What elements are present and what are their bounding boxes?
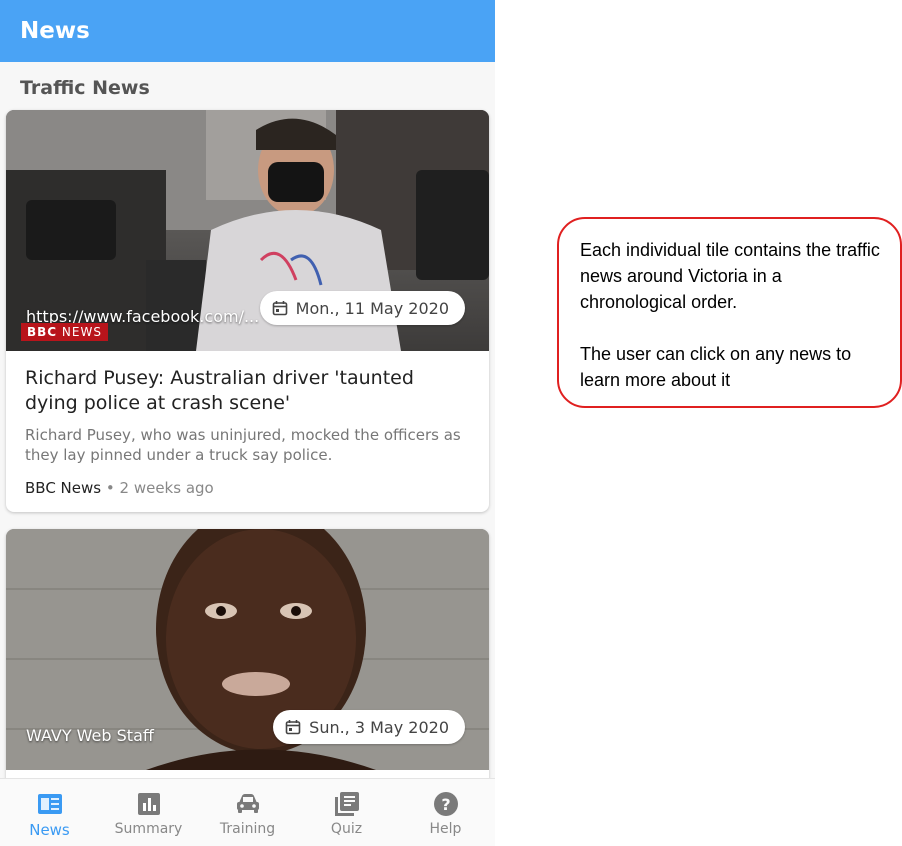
article-description: Richard Pusey, who was uninjured, mocked… <box>25 426 461 464</box>
article-age: 2 weeks ago <box>119 479 214 497</box>
bar-chart-icon <box>137 793 160 815</box>
article-meta: BBC News • 2 weeks ago <box>25 479 214 497</box>
nav-item-summary[interactable]: Summary <box>99 779 198 846</box>
annotation-paragraph: The user can click on any news to learn … <box>580 344 852 390</box>
bottom-navigation: News Summary Training Quiz ? Help <box>0 778 495 846</box>
svg-text:?: ? <box>441 795 450 814</box>
date-chip: Sun., 3 May 2020 <box>273 710 465 744</box>
annotation-callout: Each individual tile contains the traffi… <box>557 217 902 408</box>
publisher-name: BBC News <box>25 479 102 497</box>
nav-label: News <box>29 821 70 839</box>
app-bar: News <box>0 0 495 62</box>
quiz-library-icon <box>334 792 359 816</box>
annotation-paragraph: Each individual tile contains the traffi… <box>580 240 880 312</box>
article-title: Richard Pusey: Australian driver 'taunte… <box>25 367 414 414</box>
car-icon <box>236 794 259 813</box>
nav-label: Help <box>429 821 462 837</box>
article-source-label: WAVY Web Staff <box>26 726 154 745</box>
nav-label: Training <box>219 821 276 837</box>
meta-separator: • <box>105 479 115 497</box>
nav-item-help[interactable]: ? Help <box>396 779 495 846</box>
calendar-icon <box>272 301 287 316</box>
phone-screen: News Traffic News https://www.facebook.c… <box>0 0 495 846</box>
news-icon <box>37 794 62 814</box>
nav-item-quiz[interactable]: Quiz <box>297 779 396 846</box>
news-card[interactable]: WAVY Web Staff Sun., 3 May 2020 <box>6 529 489 789</box>
date-text: Mon., 11 May 2020 <box>295 298 449 318</box>
nav-item-training[interactable]: Training <box>198 779 297 846</box>
news-card[interactable]: https://www.facebook.com/... BBC NEWS Mo… <box>6 110 489 512</box>
bbc-news-logo: BBC NEWS <box>21 323 108 341</box>
section-title: Traffic News <box>20 77 150 99</box>
nav-item-news[interactable]: News <box>0 779 99 846</box>
calendar-icon <box>285 720 301 735</box>
help-icon: ? <box>433 792 458 816</box>
nav-label: Summary <box>114 821 183 837</box>
news-photo: https://www.facebook.com/... BBC NEWS Mo… <box>6 110 489 351</box>
date-text: Sun., 3 May 2020 <box>309 717 449 737</box>
news-photo: WAVY Web Staff Sun., 3 May 2020 <box>6 529 489 770</box>
nav-label: Quiz <box>330 821 363 837</box>
app-title: News <box>20 18 90 44</box>
date-chip: Mon., 11 May 2020 <box>259 291 465 325</box>
